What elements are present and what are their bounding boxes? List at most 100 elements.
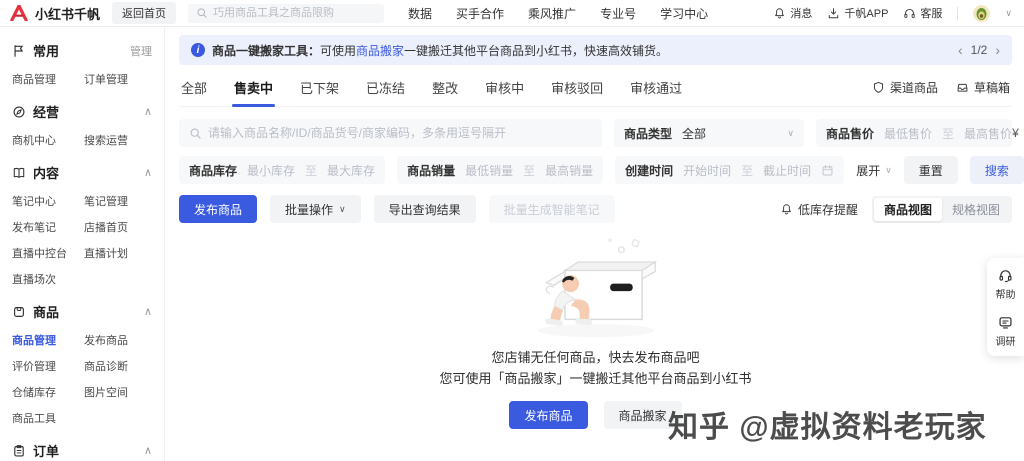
sidebar-section-product: 商品 ∧ 商品管理 发布商品 评价管理 商品诊断 仓储库存 图片空间 商品工具 [12,302,152,426]
chevron-down-icon: ∨ [885,165,892,176]
nav-buyer-coop[interactable]: 买手合作 [456,5,504,22]
chevron-up-icon[interactable]: ∧ [144,166,152,179]
sidebar-item-warehouse-stock[interactable]: 仓储库存 [12,384,84,400]
tab-rectify[interactable]: 整改 [432,78,458,97]
tab-reviewing[interactable]: 审核中 [485,78,524,97]
channel-products-link[interactable]: 渠道商品 [872,79,938,96]
banner-text-post: 一键搬迁其他平台商品到小红书，快速高效铺货。 [404,44,668,58]
pager-prev-icon[interactable]: ‹ [958,43,963,57]
sidebar-item-note-management[interactable]: 笔记管理 [84,193,152,209]
sidebar-item-review-management[interactable]: 评价管理 [12,358,84,374]
created-time-filter[interactable]: 创建时间 开始时间 至 截止时间 [615,156,844,184]
main-content: i 商品一键搬家工具：可使用商品搬家一键搬迁其他平台商品到小红书，快速高效铺货。… [165,27,1024,461]
pager-count: 1/2 [971,43,988,57]
stock-min-field[interactable]: 最小库存 [247,162,295,179]
nav-professional-account[interactable]: 专业号 [600,5,636,22]
sidebar-item-product-management-active[interactable]: 商品管理 [12,332,84,348]
filter-row-2: 商品库存 最小库存 至 最大库存 商品销量 最低销量 至 最高销量 创建时间 开… [179,156,1012,184]
sidebar-item-live-plan[interactable]: 直播计划 [84,245,152,261]
app-download-link[interactable]: 千帆APP [827,5,888,21]
price-max-field[interactable]: 最高售价 [964,125,1012,142]
survey-chat-icon [998,315,1013,330]
tab-approved[interactable]: 审核通过 [630,78,682,97]
pager-next-icon[interactable]: › [995,43,1000,57]
sidebar-item-live-sessions[interactable]: 直播场次 [12,271,84,287]
product-view-tab[interactable]: 商品视图 [874,198,942,221]
sales-min-field[interactable]: 最低销量 [465,162,513,179]
batch-actions-button[interactable]: 批量操作 ∨ [270,195,361,223]
bell-icon [780,203,793,216]
back-home-button[interactable]: 返回首页 [112,2,176,24]
tab-rejected[interactable]: 审核驳回 [551,78,603,97]
chevron-up-icon[interactable]: ∧ [144,444,152,457]
spec-view-tab[interactable]: 规格视图 [942,198,1010,221]
banner-pager: ‹ 1/2 › [958,43,1000,57]
box-icon [12,305,26,319]
header-search-input[interactable] [213,7,376,19]
empty-publish-button[interactable]: 发布商品 [509,401,587,429]
drafts-link[interactable]: 草稿箱 [956,79,1010,96]
chevron-down-icon[interactable]: ∨ [1005,8,1012,19]
keyword-input[interactable] [208,126,592,140]
empty-title: 您店铺无任何商品，快去发布商品吧 [179,347,1012,368]
product-type-select[interactable]: 商品类型 全部 ∨ [614,119,804,147]
banner-title: 商品一键搬家工具： [212,44,320,58]
search-button[interactable]: 搜索 [970,156,1024,184]
calendar-icon [821,164,834,177]
sidebar-item-order-management[interactable]: 订单管理 [84,71,152,87]
shield-icon [872,81,885,94]
notice-banner: i 商品一键搬家工具：可使用商品搬家一键搬迁其他平台商品到小红书，快速高效铺货。… [179,35,1012,65]
tab-all[interactable]: 全部 [181,78,207,97]
sidebar-item-product-diagnosis[interactable]: 商品诊断 [84,358,152,374]
reset-button[interactable]: 重置 [904,156,958,184]
sidebar-item-search-operation[interactable]: 搜索运营 [84,132,152,148]
sidebar-item-publish-note[interactable]: 发布笔记 [12,219,84,235]
nav-learning-center[interactable]: 学习中心 [660,5,708,22]
nav-data[interactable]: 数据 [408,5,432,22]
info-icon: i [191,43,205,57]
nav-chengfeng-promo[interactable]: 乘风推广 [528,5,576,22]
qianfan-logo-icon [10,5,28,21]
header-search[interactable] [188,4,384,23]
status-tabs: 全部 售卖中 已下架 已冻结 整改 审核中 审核驳回 审核通过 渠道商品 草稿箱 [179,78,1012,107]
tab-selling[interactable]: 售卖中 [234,78,273,97]
sidebar-item-image-space[interactable]: 图片空间 [84,384,152,400]
chevron-up-icon[interactable]: ∧ [144,305,152,318]
survey-button[interactable]: 调研 [996,315,1016,348]
low-stock-alert-link[interactable]: 低库存提醒 [780,201,858,218]
sales-max-field[interactable]: 最高销量 [545,162,593,179]
stock-max-field[interactable]: 最大库存 [327,162,375,179]
sidebar-item-store-live-home[interactable]: 店播首页 [84,219,152,235]
sidebar-section-order: 订单 ∧ 订单管理 发货管理 电子面单 打单发货 [12,441,152,461]
chevron-down-icon: ∨ [787,128,794,139]
stock-range-filter[interactable]: 商品库存 最小库存 至 最大库存 [179,156,385,184]
end-time-field[interactable]: 截止时间 [763,162,811,179]
messages-link[interactable]: 消息 [773,5,812,21]
sidebar-item-live-console[interactable]: 直播中控台 [12,245,84,261]
batch-smart-notes-button[interactable]: 批量生成智能笔记 [489,195,615,223]
banner-text-pre: 可使用 [320,44,356,58]
start-time-field[interactable]: 开始时间 [683,162,731,179]
keyword-filter[interactable] [179,119,602,147]
export-results-button[interactable]: 导出查询结果 [374,195,476,223]
tab-frozen[interactable]: 已冻结 [366,78,405,97]
chevron-up-icon[interactable]: ∧ [144,105,152,118]
tab-delisted[interactable]: 已下架 [300,78,339,97]
product-mover-link[interactable]: 商品搬家 [356,44,404,58]
sidebar-item-note-center[interactable]: 笔记中心 [12,193,84,209]
sidebar-item-product-management[interactable]: 商品管理 [12,71,84,87]
sidebar-item-product-tools[interactable]: 商品工具 [12,410,84,426]
section-title-operation: 经营 [33,102,59,121]
price-min-field[interactable]: 最低售价 [884,125,932,142]
sidebar-item-opportunity-center[interactable]: 商机中心 [12,132,84,148]
manage-link[interactable]: 管理 [130,43,152,59]
action-row: 发布商品 批量操作 ∨ 导出查询结果 批量生成智能笔记 低库存提醒 商品视图 规… [179,195,1012,223]
customer-service-link[interactable]: 客服 [903,5,942,21]
help-button[interactable]: 帮助 [996,268,1016,301]
sales-range-filter[interactable]: 商品销量 最低销量 至 最高销量 [397,156,603,184]
avatar[interactable] [973,5,990,22]
price-range-filter[interactable]: 商品售价 最低售价 至 最高售价 ¥ [816,119,1012,147]
publish-product-button[interactable]: 发布商品 [179,195,257,223]
sidebar-item-publish-product[interactable]: 发布商品 [84,332,152,348]
expand-toggle[interactable]: 展开 ∨ [856,162,892,179]
